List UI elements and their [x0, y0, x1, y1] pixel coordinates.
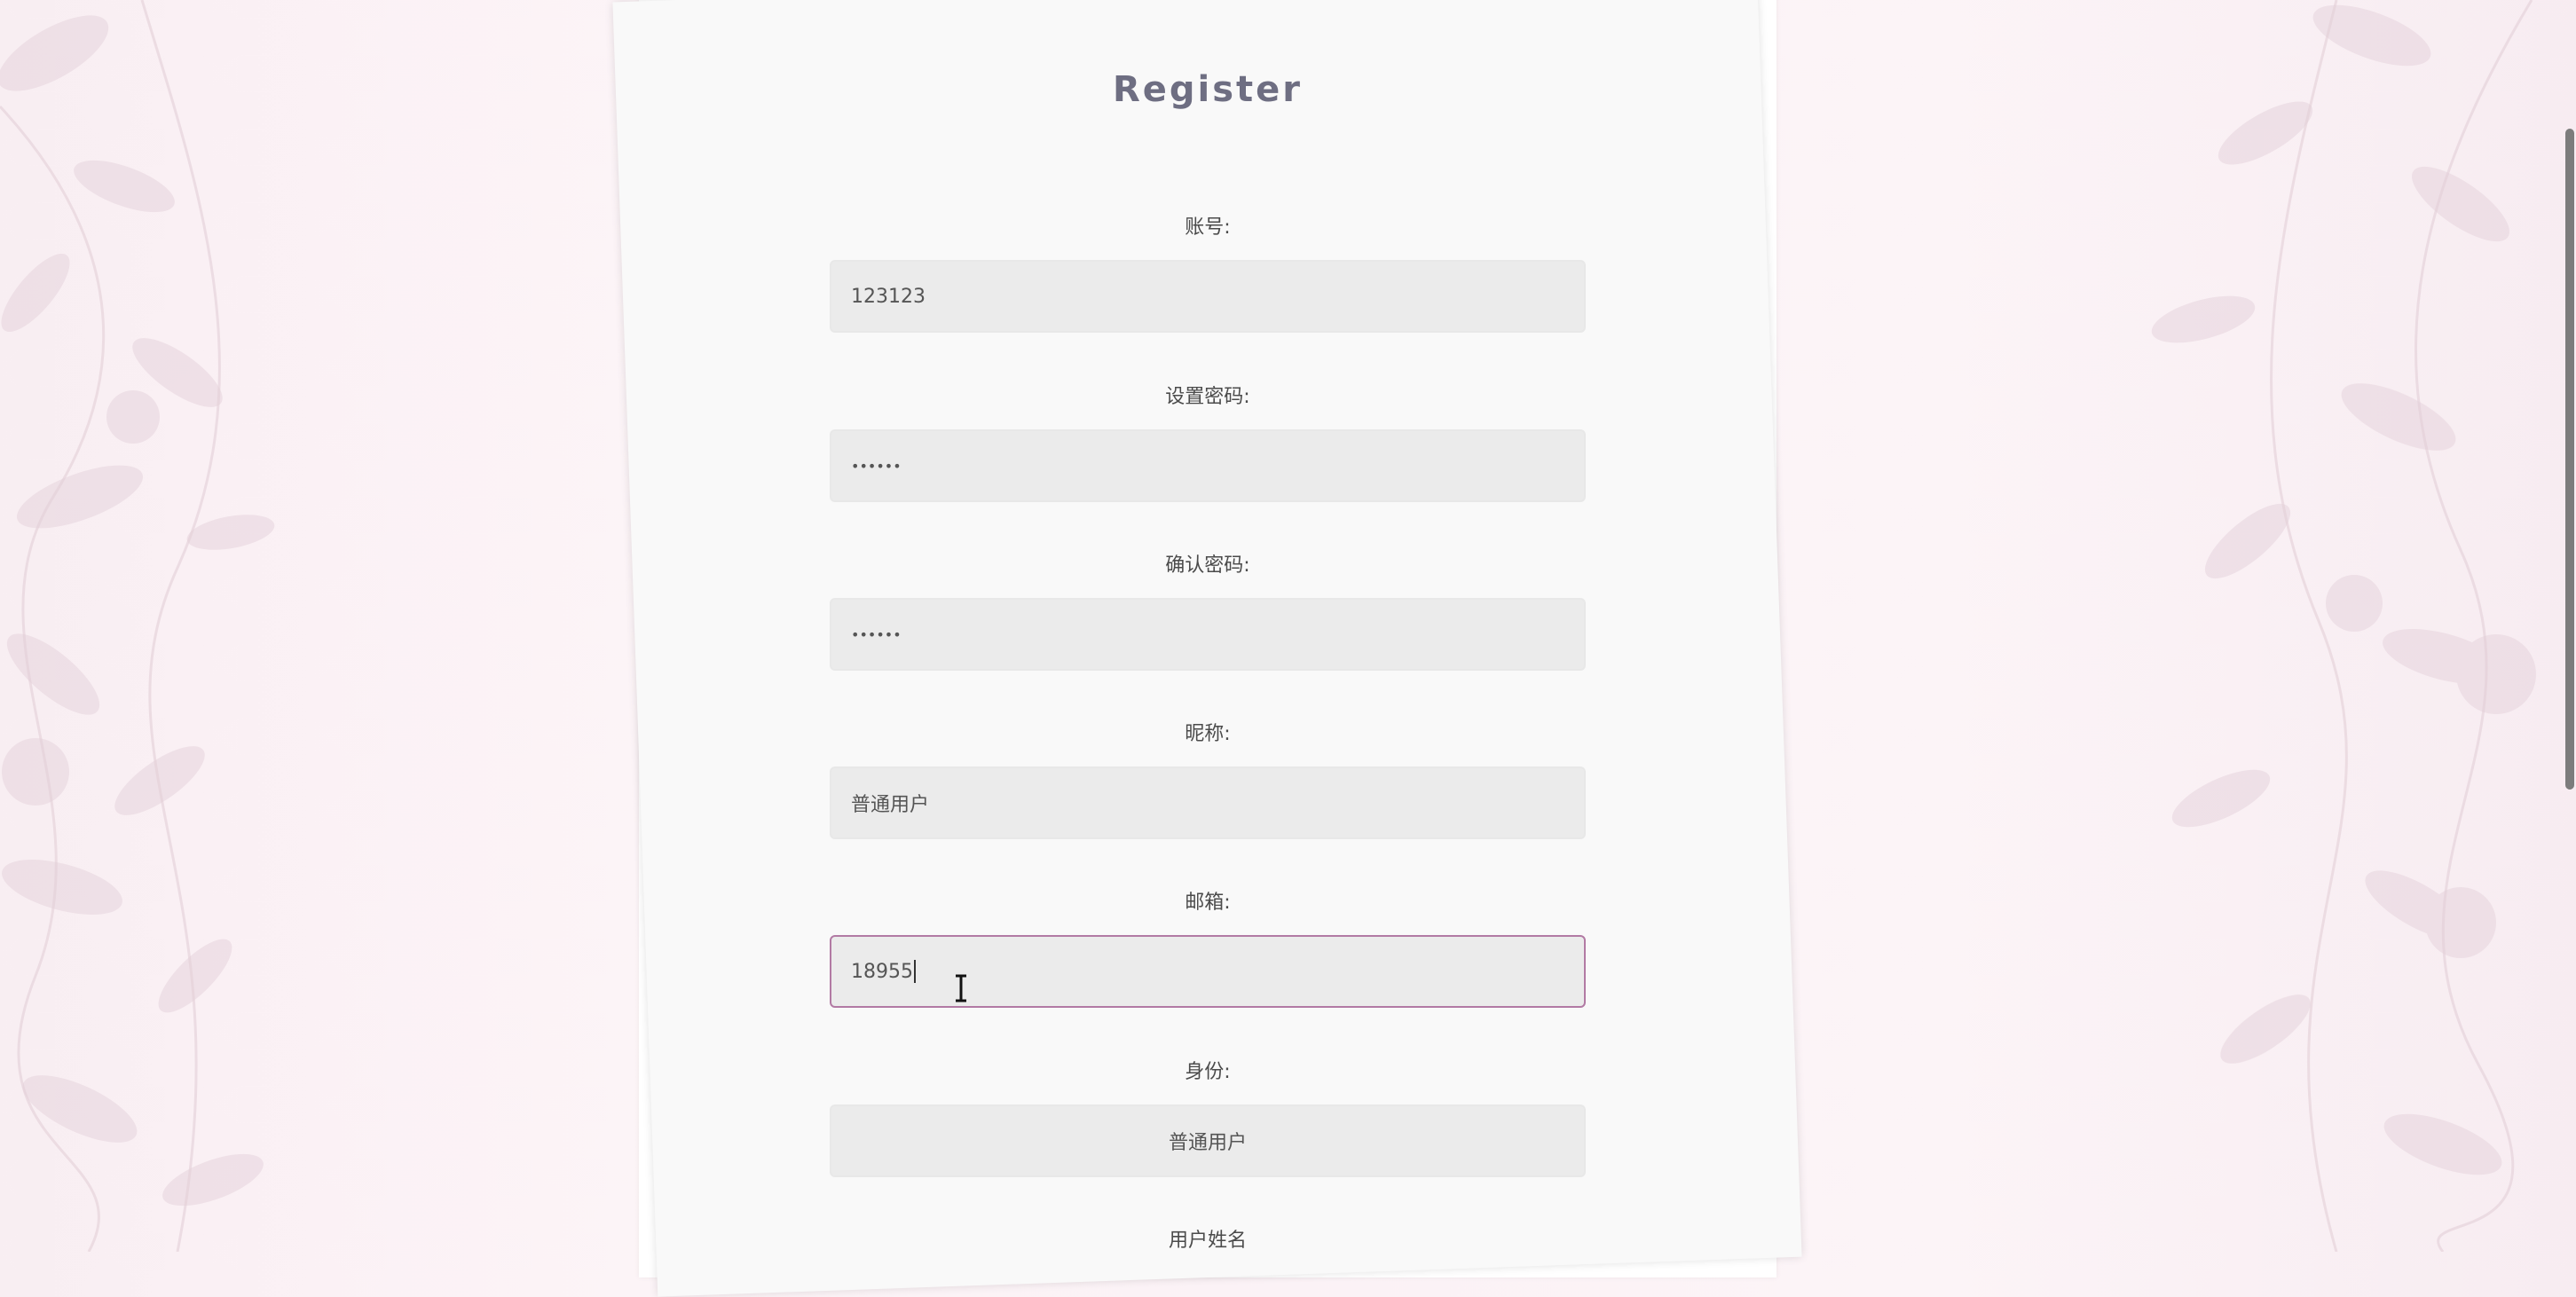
account-label: 账号: — [1185, 216, 1231, 239]
page-scrollbar[interactable] — [2560, 0, 2576, 1252]
page-title: Register — [1112, 69, 1304, 110]
nickname-input[interactable]: 普通用户 — [830, 766, 1586, 839]
set-password-value: •••••• — [851, 457, 902, 475]
nickname-label: 昵称: — [1185, 723, 1231, 745]
set-password-label: 设置密码: — [1165, 386, 1250, 408]
scrollbar-thumb[interactable] — [2565, 129, 2574, 790]
floral-background-right — [2151, 0, 2536, 1252]
identity-label: 身份: — [1185, 1061, 1231, 1083]
identity-value: 普通用户 — [1168, 1132, 1247, 1154]
confirm-password-input[interactable]: •••••• — [830, 598, 1586, 671]
account-input[interactable]: 123123 — [830, 260, 1586, 333]
account-value: 123123 — [851, 285, 926, 308]
real-name-label: 用户姓名 — [1168, 1230, 1247, 1252]
email-label: 邮箱: — [1185, 892, 1231, 914]
text-cursor-icon — [956, 974, 966, 1002]
set-password-input[interactable]: •••••• — [830, 429, 1586, 502]
confirm-password-value: •••••• — [851, 625, 902, 643]
floral-background-left — [0, 0, 275, 1252]
email-input[interactable]: 18955 — [830, 935, 1586, 1008]
register-form: Register 账号: 123123 设置密码: •••••• 确认密码: •… — [830, 0, 1586, 1252]
email-value: 18955 — [851, 960, 913, 983]
nickname-value: 普通用户 — [851, 794, 930, 816]
confirm-password-label: 确认密码: — [1165, 554, 1250, 577]
text-caret — [914, 960, 916, 983]
identity-select[interactable]: 普通用户 — [830, 1104, 1586, 1177]
